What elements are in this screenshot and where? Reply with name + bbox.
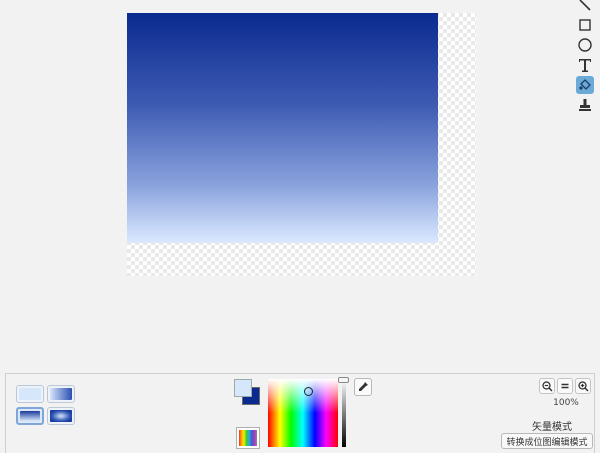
paint-bucket-icon (579, 79, 591, 90)
bottom-toolbar: 100% 矢量模式 转换成位图编辑模式 (5, 373, 595, 453)
equals-icon (561, 383, 569, 389)
paint-canvas[interactable] (127, 13, 476, 276)
spectrum-cursor[interactable] (304, 387, 313, 396)
eyedropper-button[interactable] (354, 378, 372, 396)
color-spectrum-picker[interactable] (268, 379, 338, 447)
fill-tool-button[interactable] (576, 76, 594, 94)
rectangle-icon (579, 19, 591, 31)
eyedropper-icon (359, 382, 368, 391)
fill-solid-option[interactable] (16, 385, 44, 403)
color-palette-button[interactable] (236, 427, 260, 449)
zoom-out-icon (541, 380, 553, 392)
palette-grid-icon (239, 430, 257, 446)
primary-color-swatch[interactable] (234, 379, 252, 397)
zoom-out-button[interactable] (539, 378, 555, 394)
rectangle-tool-button[interactable] (576, 16, 594, 34)
convert-to-bitmap-button[interactable]: 转换成位图编辑模式 (501, 433, 593, 449)
text-tool-button[interactable] (576, 56, 594, 74)
zoom-level-text: 100% (553, 398, 579, 408)
brightness-slider-handle[interactable] (338, 377, 349, 383)
stamp-icon (579, 99, 591, 111)
ellipse-icon (578, 38, 592, 52)
zoom-in-button[interactable] (575, 378, 591, 394)
line-icon (579, 0, 591, 11)
ellipse-tool-button[interactable] (576, 36, 594, 54)
fill-radial-gradient-option[interactable] (47, 407, 75, 425)
zoom-controls (539, 378, 593, 394)
gradient-filled-rectangle[interactable] (127, 13, 438, 243)
brightness-slider[interactable] (342, 379, 346, 447)
editor-mode-label: 矢量模式 (532, 422, 572, 433)
fill-horizontal-gradient-option[interactable] (47, 385, 75, 403)
color-swatches (234, 379, 264, 409)
zoom-in-icon (577, 380, 589, 392)
zoom-reset-button[interactable] (557, 378, 573, 394)
tool-palette (576, 0, 596, 116)
text-icon (579, 59, 591, 72)
line-tool-button[interactable] (576, 0, 594, 14)
fill-vertical-gradient-option[interactable] (16, 407, 44, 425)
stamp-tool-button[interactable] (576, 96, 594, 114)
